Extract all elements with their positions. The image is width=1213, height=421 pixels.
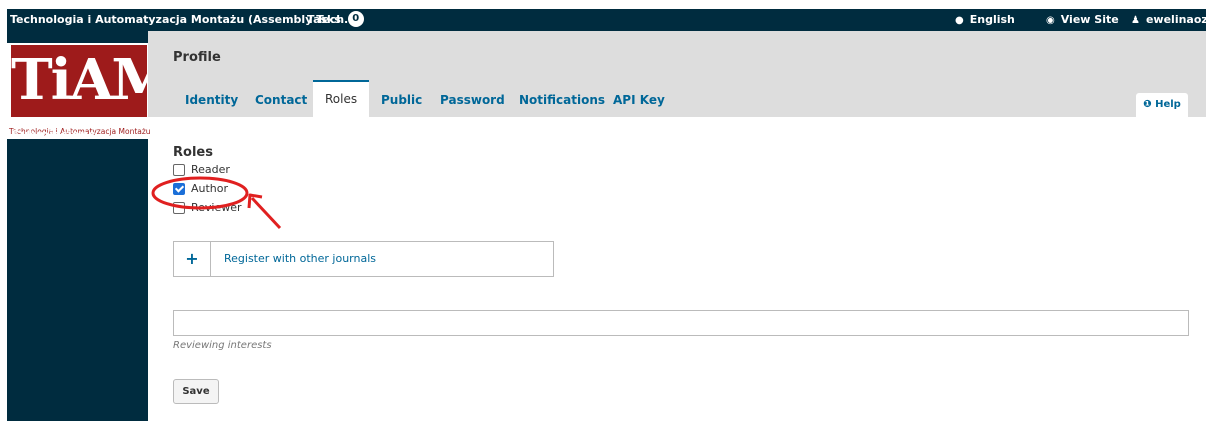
tab-contact[interactable]: Contact xyxy=(255,93,307,107)
reviewing-interests-label: Reviewing interests xyxy=(173,340,272,351)
help-label: Help xyxy=(1155,99,1181,110)
reader-label: Reader xyxy=(191,163,230,176)
save-button[interactable]: Save xyxy=(173,379,219,404)
username-label: ewelinaozga xyxy=(1145,13,1213,26)
tab-notifications[interactable]: Notifications xyxy=(519,93,605,107)
reader-checkbox[interactable] xyxy=(173,164,185,176)
eye-icon: ◉ xyxy=(1046,15,1055,26)
tab-password[interactable]: Password xyxy=(440,93,505,107)
info-circle-icon: ❶ xyxy=(1143,99,1152,110)
tab-public[interactable]: Public xyxy=(381,93,422,107)
tasks-button[interactable]: Tasks 0 xyxy=(307,11,364,29)
user-icon: ♟ xyxy=(1131,15,1140,26)
tab-identity[interactable]: Identity xyxy=(185,93,238,107)
help-button[interactable]: ❶ Help xyxy=(1136,93,1188,117)
role-reader-option[interactable]: Reader xyxy=(173,163,230,176)
reviewing-interests-input[interactable] xyxy=(173,310,1189,336)
user-menu[interactable]: ♟ ewelinaozga xyxy=(1131,13,1213,26)
plus-icon[interactable]: + xyxy=(174,242,211,276)
register-other-journals-panel[interactable]: + Register with other journals xyxy=(173,241,554,277)
sidebar: TiAM Technologia i Automatyzacja Montażu… xyxy=(7,31,173,421)
logo-mark: TiAM xyxy=(11,45,173,117)
site-title-link[interactable]: Technologia i Automatyzacja Montażu (Ass… xyxy=(10,13,357,26)
tab-api-key[interactable]: API Key xyxy=(613,93,665,107)
page-title: Profile xyxy=(173,50,221,65)
sidebar-item-submissions[interactable]: Submissions xyxy=(11,128,96,142)
reviewer-label: Reviewer xyxy=(191,201,242,214)
language-label: English xyxy=(969,13,1015,26)
tasks-label: Tasks xyxy=(307,13,341,26)
journal-logo[interactable]: TiAM Technologia i Automatyzacja Montażu xyxy=(7,43,173,139)
page-header: Profile Identity Contact Roles Public Pa… xyxy=(148,31,1206,117)
role-reviewer-option[interactable]: Reviewer xyxy=(173,201,242,214)
top-navigation-bar: Technologia i Automatyzacja Montażu (Ass… xyxy=(7,9,1213,31)
author-label: Author xyxy=(191,182,229,195)
globe-icon: ● xyxy=(955,15,964,26)
language-menu[interactable]: ● English xyxy=(955,13,1015,26)
annotation-arrow-head xyxy=(247,193,263,209)
view-site-label: View Site xyxy=(1060,13,1119,26)
author-checkbox[interactable] xyxy=(173,183,185,195)
tab-roles[interactable]: Roles xyxy=(313,80,370,117)
register-label[interactable]: Register with other journals xyxy=(224,252,376,265)
tasks-count-badge: 0 xyxy=(347,11,364,27)
role-author-option[interactable]: Author xyxy=(173,182,228,195)
reviewer-checkbox[interactable] xyxy=(173,202,185,214)
roles-heading: Roles xyxy=(173,145,213,160)
view-site-link[interactable]: ◉ View Site xyxy=(1046,13,1119,26)
annotation-arrow-line xyxy=(250,196,282,230)
